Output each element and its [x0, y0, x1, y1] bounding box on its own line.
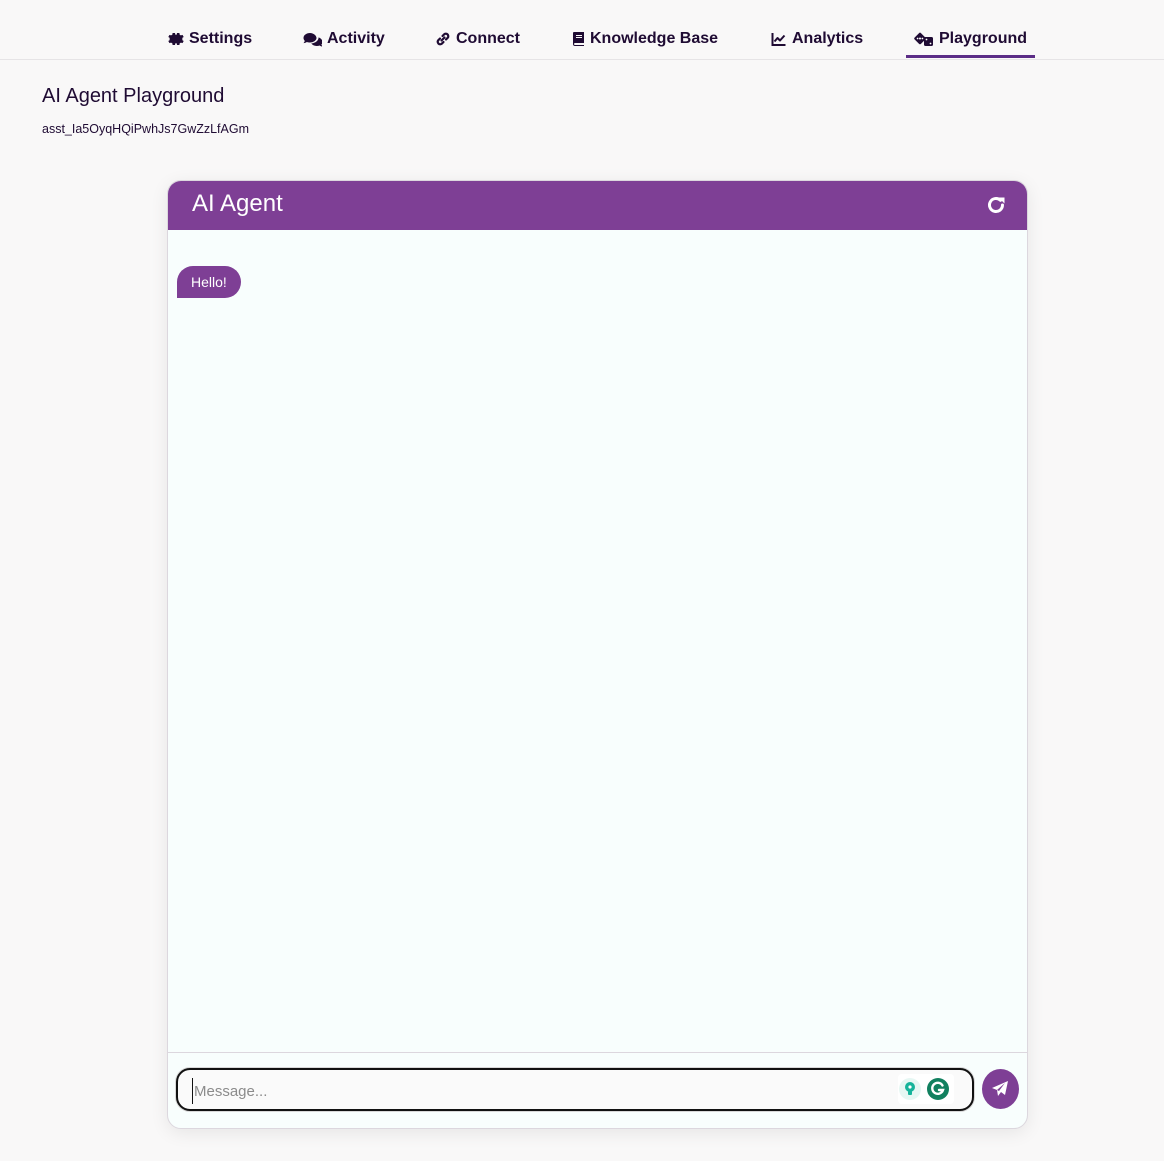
refresh-button[interactable] [985, 194, 1007, 216]
grammarly-icon[interactable] [926, 1077, 950, 1101]
book-icon [572, 31, 585, 47]
message-input-wrapper [176, 1068, 974, 1111]
tab-connect[interactable]: Connect [435, 22, 520, 58]
extension-icons [898, 1074, 954, 1104]
assistant-id: asst_Ia5OyqHQiPwhJs7GwZzLfAGm [42, 122, 250, 136]
link-icon [435, 31, 451, 47]
lightbulb-icon[interactable] [898, 1077, 922, 1101]
tab-label: Analytics [792, 30, 864, 47]
tab-knowledge-base[interactable]: Knowledge Base [572, 22, 718, 58]
page-title: AI Agent Playground [42, 85, 225, 107]
dice-icon [914, 31, 934, 47]
tab-analytics[interactable]: Analytics [771, 22, 863, 58]
tab-label: Playground [939, 30, 1028, 47]
assistant-message: Hello! [177, 266, 241, 298]
tab-label: Connect [456, 30, 520, 47]
refresh-icon [988, 197, 1005, 213]
chat-window: AI Agent Hello! [167, 180, 1028, 1129]
tab-activity[interactable]: Activity [303, 22, 385, 58]
tab-playground[interactable]: Playground [906, 22, 1036, 58]
message-input[interactable] [192, 1078, 896, 1104]
chat-title: AI Agent [192, 190, 283, 217]
comments-icon [303, 31, 322, 47]
send-button[interactable] [982, 1069, 1019, 1109]
top-navigation: Settings Activity Connect Knowledge Base… [0, 0, 1164, 60]
gear-icon [168, 31, 184, 47]
message-composer [168, 1052, 1027, 1128]
chat-header: AI Agent [168, 181, 1027, 230]
chart-line-icon [771, 31, 787, 47]
tab-label: Settings [189, 30, 253, 47]
tab-label: Knowledge Base [590, 30, 719, 47]
tab-label: Activity [327, 30, 385, 47]
paper-plane-icon [992, 1081, 1008, 1096]
tab-settings[interactable]: Settings [168, 22, 252, 58]
